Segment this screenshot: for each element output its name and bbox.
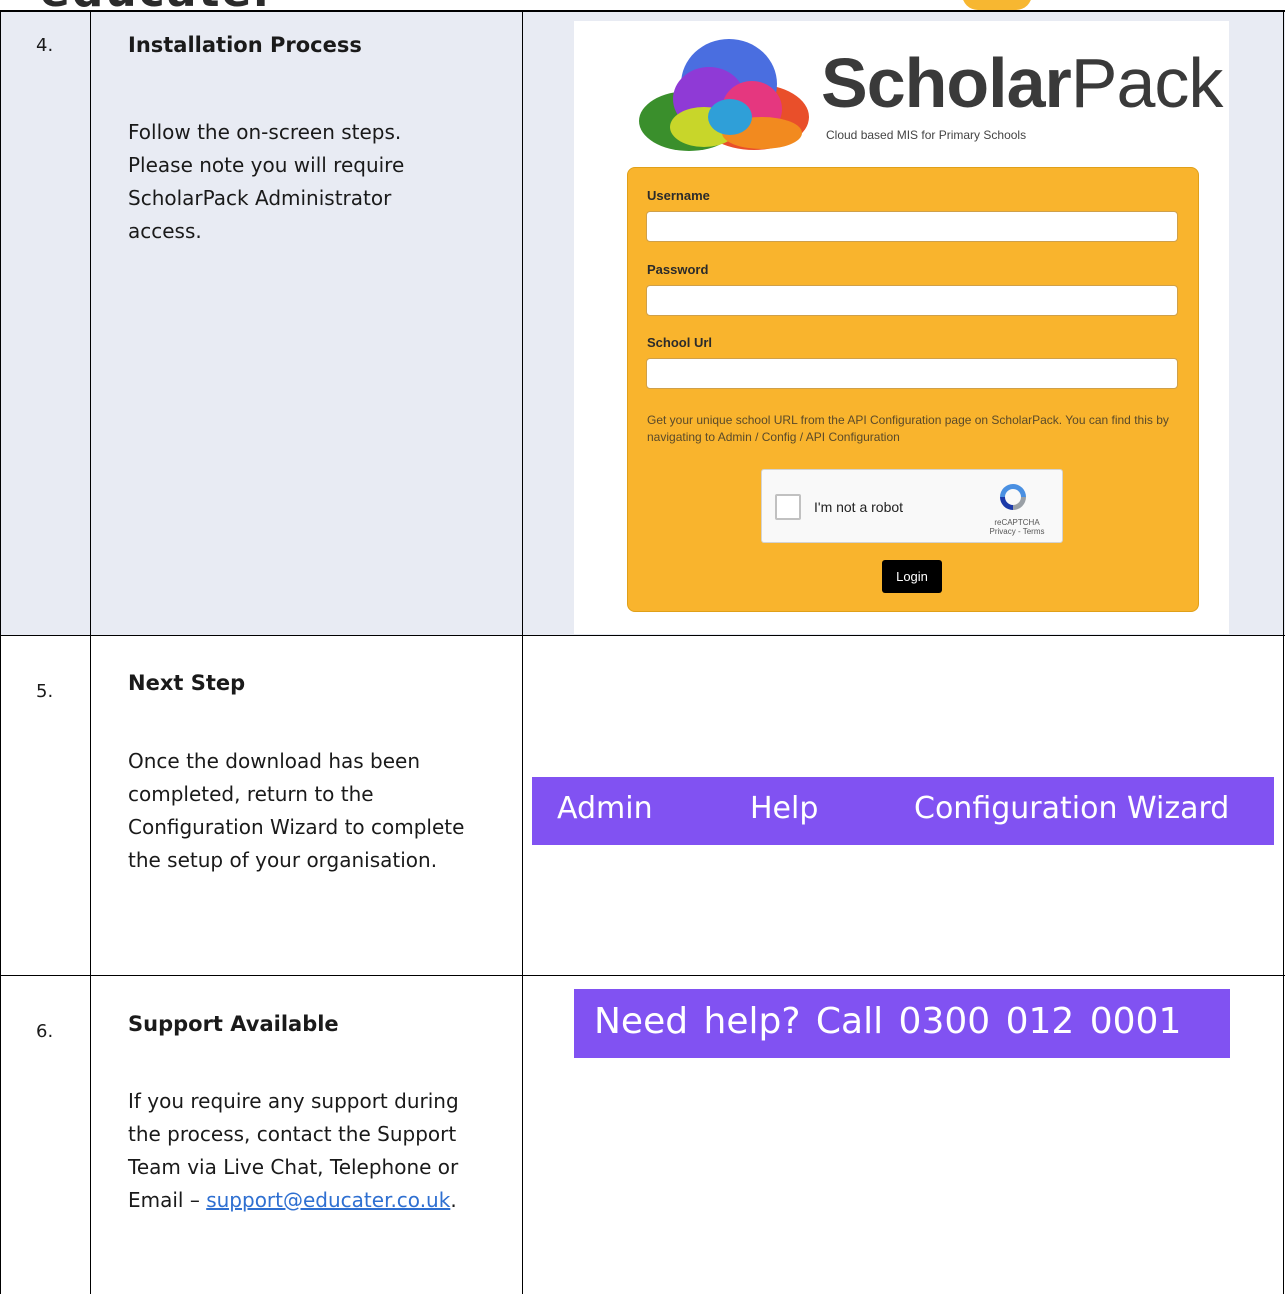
- school-url-hint: Get your unique school URL from the API …: [647, 413, 1169, 444]
- recaptcha-checkbox[interactable]: [775, 494, 801, 520]
- password-input[interactable]: [646, 285, 1178, 316]
- recaptcha-logo-icon: [1000, 484, 1026, 510]
- school-url-input[interactable]: [646, 358, 1178, 389]
- nav-admin[interactable]: Admin: [557, 791, 653, 826]
- step-number: 5.: [36, 681, 54, 702]
- login-form: Username Password School Url Get your un…: [627, 167, 1199, 612]
- step-description: If you require any support during the pr…: [128, 1089, 459, 1212]
- help-phone-text: Need help? Call 0300 012 0001: [594, 1001, 1182, 1042]
- row-divider: [0, 975, 1285, 976]
- password-label: Password: [647, 262, 709, 277]
- recaptcha-widget: I'm not a robot reCAPTCHA Privacy - Term…: [761, 469, 1063, 543]
- table-border-left: [0, 10, 1, 1294]
- step-title: Support Available: [128, 1012, 339, 1036]
- scholarpack-wordmark: ScholarPack: [821, 44, 1223, 122]
- nav-help[interactable]: Help: [750, 791, 818, 826]
- step-description: Follow the on-screen steps. Please note …: [128, 120, 405, 243]
- scholarpack-login-screenshot: ScholarPack Cloud based MIS for Primary …: [574, 21, 1229, 634]
- recaptcha-label: I'm not a robot: [814, 499, 904, 515]
- scholarpack-tagline: Cloud based MIS for Primary Schools: [826, 128, 1027, 142]
- step-title: Installation Process: [128, 33, 362, 57]
- recaptcha-brand: reCAPTCHA Privacy - Terms: [977, 518, 1057, 536]
- row-divider: [0, 635, 1285, 636]
- school-url-label: School Url: [647, 335, 713, 350]
- table-border-right: [1283, 10, 1284, 1294]
- support-email-link[interactable]: support@educater.co.uk: [206, 1188, 450, 1212]
- step-description: Once the download has been completed, re…: [128, 749, 465, 872]
- column-divider: [522, 10, 523, 1294]
- table-border-top: [0, 10, 1285, 12]
- login-button[interactable]: Login: [882, 560, 942, 593]
- help-phone-banner: Need help? Call 0300 012 0001: [574, 989, 1230, 1058]
- column-divider: [90, 10, 91, 1294]
- scholarpack-cloud-logo-icon: [639, 39, 809, 151]
- step-title: Next Step: [128, 671, 246, 695]
- educater-nav-banner: Admin Help Configuration Wizard: [532, 777, 1274, 845]
- username-input[interactable]: [646, 211, 1178, 242]
- username-label: Username: [647, 188, 710, 203]
- step-number: 6.: [36, 1021, 54, 1042]
- recaptcha-privacy-terms[interactable]: Privacy - Terms: [977, 527, 1057, 536]
- step-number: 4.: [36, 35, 54, 56]
- nav-configuration-wizard[interactable]: Configuration Wizard: [914, 791, 1229, 826]
